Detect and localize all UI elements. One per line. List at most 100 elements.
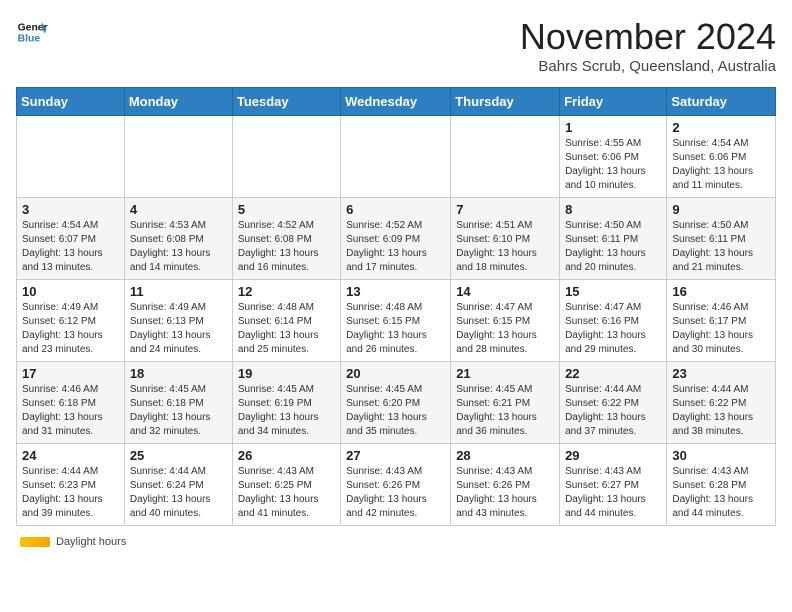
calendar-cell: 10 Sunrise: 4:49 AM Sunset: 6:12 PM Dayli… xyxy=(17,280,125,362)
calendar-cell xyxy=(451,116,560,198)
calendar-cell: 6 Sunrise: 4:52 AM Sunset: 6:09 PM Daylig… xyxy=(341,198,451,280)
calendar-week-row: 3Sunrise: 4:54 AM Sunset: 6:07 PM Daylig… xyxy=(17,198,776,280)
day-info: Sunrise: 4:43 AM Sunset: 6:26 PM Dayligh… xyxy=(346,465,445,521)
day-number: 30 xyxy=(672,448,770,463)
day-info: Sunrise: 4:50 AM Sunset: 6:11 PM Dayligh… xyxy=(565,219,661,275)
calendar-cell: 15Sunrise: 4:47 AM Sunset: 6:16 PM Dayli… xyxy=(560,280,667,362)
footer-note: Daylight hours xyxy=(20,536,126,548)
day-info: Sunrise: 4:47 AM Sunset: 6:16 PM Dayligh… xyxy=(565,301,661,357)
day-info: Sunrise: 4:44 AM Sunset: 6:24 PM Dayligh… xyxy=(130,465,227,521)
calendar-week-row: 24 Sunrise: 4:44 AM Sunset: 6:23 PM Dayli… xyxy=(17,444,776,526)
day-info: Sunrise: 4:50 AM Sunset: 6:11 PM Dayligh… xyxy=(672,219,770,275)
day-info: Sunrise: 4:52 AM Sunset: 6:09 PM Dayligh… xyxy=(346,219,445,275)
logo-icon: General Blue xyxy=(16,16,48,48)
day-number: 4 xyxy=(130,202,227,217)
calendar-cell: 3Sunrise: 4:54 AM Sunset: 6:07 PM Daylig… xyxy=(17,198,125,280)
calendar-cell: 26 Sunrise: 4:43 AM Sunset: 6:25 PM Dayli… xyxy=(232,444,340,526)
calendar-cell: 25Sunrise: 4:44 AM Sunset: 6:24 PM Dayli… xyxy=(124,444,232,526)
weekday-header-row: SundayMondayTuesdayWednesdayThursdayFrid… xyxy=(17,88,776,116)
day-number: 29 xyxy=(565,448,661,463)
day-number: 5 xyxy=(238,202,335,217)
day-number: 3 xyxy=(22,202,119,217)
calendar-cell: 2Sunrise: 4:54 AM Sunset: 6:06 PM Daylig… xyxy=(667,116,776,198)
svg-text:Blue: Blue xyxy=(18,34,41,45)
day-number: 28 xyxy=(456,448,554,463)
calendar-cell: 1Sunrise: 4:55 AM Sunset: 6:06 PM Daylig… xyxy=(560,116,667,198)
weekday-header: Friday xyxy=(560,88,667,116)
day-info: Sunrise: 4:55 AM Sunset: 6:06 PM Dayligh… xyxy=(565,137,661,193)
calendar-cell xyxy=(232,116,340,198)
calendar-week-row: 17Sunrise: 4:46 AM Sunset: 6:18 PM Dayli… xyxy=(17,362,776,444)
day-number: 16 xyxy=(672,284,770,299)
day-number: 17 xyxy=(22,366,119,381)
day-number: 24 xyxy=(22,448,119,463)
day-number: 22 xyxy=(565,366,661,381)
calendar-cell: 11Sunrise: 4:49 AM Sunset: 6:13 PM Dayli… xyxy=(124,280,232,362)
day-info: Sunrise: 4:53 AM Sunset: 6:08 PM Dayligh… xyxy=(130,219,227,275)
day-number: 20 xyxy=(346,366,445,381)
daylight-label: Daylight hours xyxy=(56,536,126,548)
calendar-cell: 19 Sunrise: 4:45 AM Sunset: 6:19 PM Dayli… xyxy=(232,362,340,444)
calendar-cell: 4 Sunrise: 4:53 AM Sunset: 6:08 PM Daylig… xyxy=(124,198,232,280)
calendar-cell: 22 Sunrise: 4:44 AM Sunset: 6:22 PM Dayli… xyxy=(560,362,667,444)
weekday-header: Thursday xyxy=(451,88,560,116)
day-number: 23 xyxy=(672,366,770,381)
calendar-week-row: 1Sunrise: 4:55 AM Sunset: 6:06 PM Daylig… xyxy=(17,116,776,198)
calendar-cell: 28 Sunrise: 4:43 AM Sunset: 6:26 PM Dayli… xyxy=(451,444,560,526)
calendar-cell: 13 Sunrise: 4:48 AM Sunset: 6:15 PM Dayli… xyxy=(341,280,451,362)
calendar-cell: 12Sunrise: 4:48 AM Sunset: 6:14 PM Dayli… xyxy=(232,280,340,362)
day-info: Sunrise: 4:47 AM Sunset: 6:15 PM Dayligh… xyxy=(456,301,554,357)
weekday-header: Saturday xyxy=(667,88,776,116)
day-info: Sunrise: 4:45 AM Sunset: 6:21 PM Dayligh… xyxy=(456,383,554,439)
day-info: Sunrise: 4:45 AM Sunset: 6:20 PM Dayligh… xyxy=(346,383,445,439)
day-info: Sunrise: 4:43 AM Sunset: 6:26 PM Dayligh… xyxy=(456,465,554,521)
calendar-cell: 7 Sunrise: 4:51 AM Sunset: 6:10 PM Daylig… xyxy=(451,198,560,280)
day-number: 21 xyxy=(456,366,554,381)
weekday-header: Wednesday xyxy=(341,88,451,116)
day-info: Sunrise: 4:48 AM Sunset: 6:15 PM Dayligh… xyxy=(346,301,445,357)
weekday-header: Sunday xyxy=(17,88,125,116)
day-number: 6 xyxy=(346,202,445,217)
day-number: 11 xyxy=(130,284,227,299)
logo: General Blue xyxy=(16,16,48,48)
day-number: 27 xyxy=(346,448,445,463)
calendar-week-row: 10 Sunrise: 4:49 AM Sunset: 6:12 PM Dayli… xyxy=(17,280,776,362)
day-number: 19 xyxy=(238,366,335,381)
day-number: 13 xyxy=(346,284,445,299)
calendar-table: SundayMondayTuesdayWednesdayThursdayFrid… xyxy=(16,87,776,526)
calendar-cell: 9 Sunrise: 4:50 AM Sunset: 6:11 PM Daylig… xyxy=(667,198,776,280)
day-info: Sunrise: 4:54 AM Sunset: 6:06 PM Dayligh… xyxy=(672,137,770,193)
day-info: Sunrise: 4:43 AM Sunset: 6:28 PM Dayligh… xyxy=(672,465,770,521)
day-info: Sunrise: 4:51 AM Sunset: 6:10 PM Dayligh… xyxy=(456,219,554,275)
day-number: 26 xyxy=(238,448,335,463)
day-info: Sunrise: 4:44 AM Sunset: 6:22 PM Dayligh… xyxy=(565,383,661,439)
day-info: Sunrise: 4:49 AM Sunset: 6:12 PM Dayligh… xyxy=(22,301,119,357)
day-info: Sunrise: 4:45 AM Sunset: 6:19 PM Dayligh… xyxy=(238,383,335,439)
calendar-cell: 29 Sunrise: 4:43 AM Sunset: 6:27 PM Dayli… xyxy=(560,444,667,526)
day-number: 7 xyxy=(456,202,554,217)
calendar-cell: 23 Sunrise: 4:44 AM Sunset: 6:22 PM Dayli… xyxy=(667,362,776,444)
day-info: Sunrise: 4:44 AM Sunset: 6:22 PM Dayligh… xyxy=(672,383,770,439)
calendar-cell: 18Sunrise: 4:45 AM Sunset: 6:18 PM Dayli… xyxy=(124,362,232,444)
title-block: November 2024 Bahrs Scrub, Queensland, A… xyxy=(520,16,776,75)
day-info: Sunrise: 4:45 AM Sunset: 6:18 PM Dayligh… xyxy=(130,383,227,439)
weekday-header: Tuesday xyxy=(232,88,340,116)
calendar-cell: 30 Sunrise: 4:43 AM Sunset: 6:28 PM Dayli… xyxy=(667,444,776,526)
calendar-cell: 21 Sunrise: 4:45 AM Sunset: 6:21 PM Dayli… xyxy=(451,362,560,444)
day-info: Sunrise: 4:43 AM Sunset: 6:27 PM Dayligh… xyxy=(565,465,661,521)
day-info: Sunrise: 4:44 AM Sunset: 6:23 PM Dayligh… xyxy=(22,465,119,521)
day-number: 12 xyxy=(238,284,335,299)
day-info: Sunrise: 4:43 AM Sunset: 6:25 PM Dayligh… xyxy=(238,465,335,521)
day-number: 9 xyxy=(672,202,770,217)
calendar-cell xyxy=(17,116,125,198)
month-title: November 2024 xyxy=(520,16,776,58)
day-info: Sunrise: 4:52 AM Sunset: 6:08 PM Dayligh… xyxy=(238,219,335,275)
location-title: Bahrs Scrub, Queensland, Australia xyxy=(520,58,776,75)
calendar-cell: 20 Sunrise: 4:45 AM Sunset: 6:20 PM Dayli… xyxy=(341,362,451,444)
weekday-header: Monday xyxy=(124,88,232,116)
calendar-cell: 16Sunrise: 4:46 AM Sunset: 6:17 PM Dayli… xyxy=(667,280,776,362)
calendar-cell xyxy=(124,116,232,198)
day-number: 10 xyxy=(22,284,119,299)
daylight-bar-icon xyxy=(20,537,50,547)
calendar-cell: 17Sunrise: 4:46 AM Sunset: 6:18 PM Dayli… xyxy=(17,362,125,444)
